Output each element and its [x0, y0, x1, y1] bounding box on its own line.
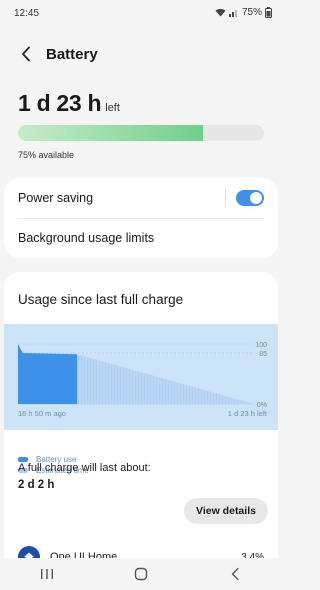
page-title: Battery	[46, 45, 98, 63]
chevron-left-icon	[22, 46, 30, 62]
navigation-bar	[0, 558, 282, 590]
usage-chart[interactable]: 100 85 0% 16 h 50 m ago 1 d 23 h left Batter…	[4, 324, 278, 475]
full-charge-label: A full charge will last about:	[18, 462, 151, 474]
power-saving-row[interactable]: Power saving	[18, 178, 264, 218]
recent-apps-button[interactable]	[27, 560, 67, 588]
back-nav-button[interactable]	[215, 560, 255, 588]
usage-title: Usage since last full charge	[18, 292, 184, 307]
status-icons: 75%	[215, 7, 272, 18]
y-tick-label: 0%	[257, 402, 267, 409]
estimated-area	[77, 354, 254, 404]
x-label-end: 1 d 23 h left	[228, 409, 268, 418]
signal-icon	[228, 8, 239, 17]
status-time: 12:45	[14, 8, 40, 19]
x-label-start: 16 h 50 m ago	[18, 409, 66, 418]
recent-apps-icon	[41, 569, 53, 579]
battery-icon	[265, 7, 272, 18]
back-icon	[231, 567, 239, 581]
wifi-icon	[215, 8, 226, 17]
remaining-value: 1 d 23 h	[18, 90, 102, 116]
battery-level-bar	[18, 125, 264, 141]
power-saving-label: Power saving	[18, 191, 94, 205]
remaining-time: 1 d 23 h left	[18, 90, 120, 117]
usage-chart-svg: 100 85 0% 16 h 50 m ago 1 d 23 h left	[18, 342, 268, 418]
background-limits-row[interactable]: Background usage limits	[18, 218, 264, 258]
status-bar: 12:45 75%	[0, 0, 282, 24]
legend-swatch-used	[18, 456, 28, 462]
available-text: 75% available	[18, 150, 75, 160]
home-icon	[134, 567, 148, 581]
y-tick-label: 100	[255, 342, 267, 349]
battery-level-fill	[18, 125, 203, 141]
full-charge-value: 2 d 2 h	[18, 479, 55, 491]
settings-card: Power saving Background usage limits	[4, 178, 278, 258]
toggle-knob	[250, 192, 262, 204]
background-limits-label: Background usage limits	[18, 231, 155, 245]
power-saving-toggle[interactable]	[236, 190, 264, 206]
y-tick-label: 85	[259, 351, 267, 358]
battery-pct: 75%	[241, 7, 262, 18]
home-button[interactable]	[121, 560, 161, 588]
usage-card: Usage since last full charge 100 85 0% 16 h…	[4, 272, 278, 572]
toggle-divider	[225, 189, 226, 207]
remaining-suffix: left	[105, 102, 120, 114]
view-details-button[interactable]: View details	[184, 498, 268, 524]
header: Battery	[0, 38, 282, 70]
back-button[interactable]	[12, 40, 40, 68]
